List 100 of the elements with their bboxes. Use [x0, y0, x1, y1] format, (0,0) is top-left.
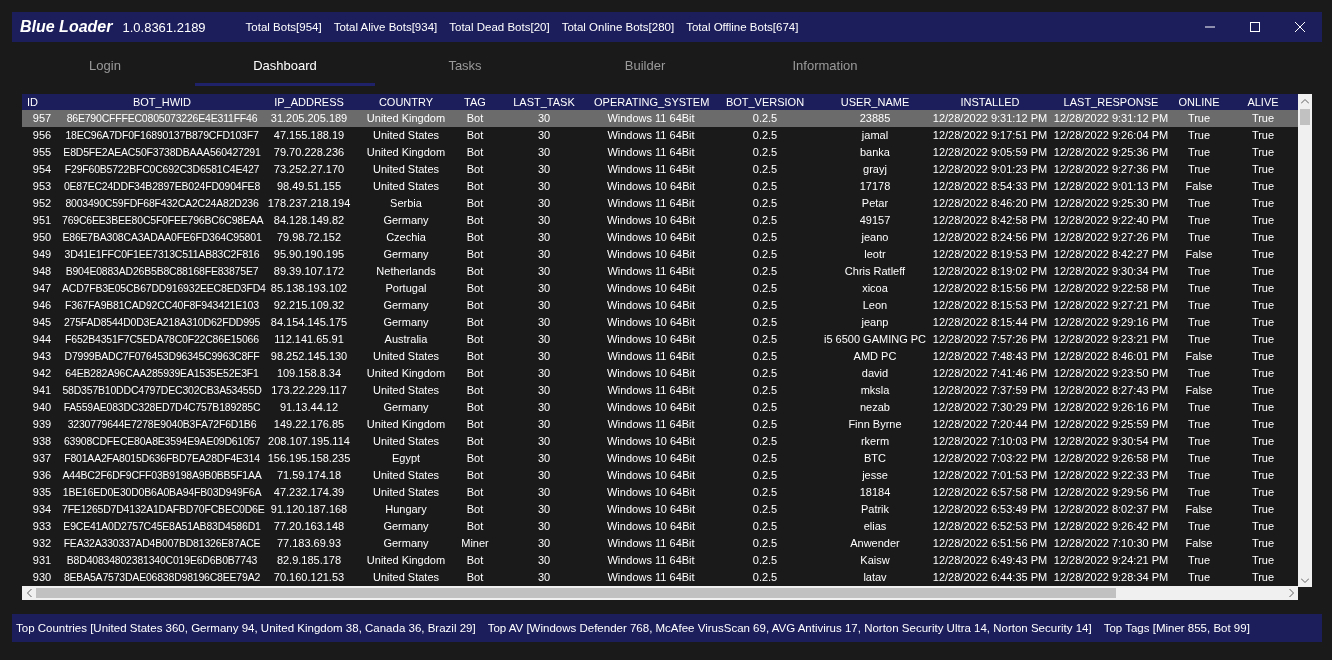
table-cell-text: False	[1184, 247, 1214, 262]
table-cell-text: Egypt	[390, 451, 422, 466]
table-row[interactable]: 956 18EC96A7DF0F16890137B879CFD103F7 47.155.188.19 United States Bot 30 Windows 11 64Bit 0.2.5 jamal 12/28/2022 9:17:51 PM 12/28/2022 9:26:04 PM True True	[22, 127, 1298, 144]
table-cell-text: True	[1250, 332, 1276, 347]
table-row[interactable]: 950 E86E7BA308CA3ADAA0FE6FD364C95801 79.98.72.152 Czechia Bot 30 Windows 10 64Bit 0.2.5 jeano 12/28/2022 8:24:56 PM 12/28/2022 9:27:26 PM True True	[22, 229, 1298, 246]
tab[interactable]: Information	[735, 48, 915, 86]
table-row[interactable]: 957 86E790CFFFEC0805073226E4E311FF46 31.205.205.189 United Kingdom Bot 30 Windows 11 64Bit 0.2.5 23885 12/28/2022 9:31:12 PM 12/28/2022 9:31:12 PM True True	[22, 110, 1298, 127]
table-row[interactable]: 934 7FE1265D7D4132A1DAFBD70FCBEC0D6E 91.120.187.168 Hungary Bot 30 Windows 10 64Bit 0.2.5 Patrik 12/28/2022 6:53:49 PM 12/28/2022 8:02:37 PM False True	[22, 501, 1298, 518]
close-icon	[1294, 22, 1305, 32]
table-cell-text: Windows 11 64Bit	[606, 570, 696, 585]
table-cell-text: 12/28/2022 8:02:37 PM	[1052, 502, 1170, 517]
table-row[interactable]: 955 E8D5FE2AEAC50F3738DBAAA560427291 79.70.228.236 United Kingdom Bot 30 Windows 11 64Bit 0.2.5 banka 12/28/2022 9:05:59 PM 12/28/2022 9:25:36 PM True True	[22, 144, 1298, 161]
table-cell-text: True	[1250, 468, 1276, 483]
scroll-thumb[interactable]	[1300, 109, 1310, 125]
scroll-thumb[interactable]	[36, 588, 1116, 598]
table-row[interactable]: 949 3D41E1FFC0F1EE7313C511AB83C2F816 95.90.190.195 Germany Bot 30 Windows 10 64Bit 0.2.5 leotr 12/28/2022 8:19:53 PM 12/28/2022 8:42:27 PM False True	[22, 246, 1298, 263]
table-cell-text: True	[1250, 264, 1276, 279]
table-cell-text: Miner	[460, 536, 490, 551]
column-header[interactable]: BOT_VERSION	[708, 94, 822, 110]
table-cell-text: Windows 10 64Bit	[605, 213, 696, 228]
table-cell-text: 12/28/2022 9:22:58 PM	[1052, 281, 1170, 296]
table-cell-text: 149.22.176.85	[272, 417, 346, 432]
table-row[interactable]: 948 B904E0883AD26B5B8C88168FE83875E7 89.39.107.172 Netherlands Bot 30 Windows 11 64Bit 0.2.5 Chris Ratleff 12/28/2022 8:19:02 PM 12/28/2022 9:30:34 PM True True	[22, 263, 1298, 280]
table-cell-text: 12/28/2022 9:30:34 PM	[1052, 264, 1170, 279]
horizontal-scrollbar[interactable]	[22, 586, 1298, 600]
table-row[interactable]: 944 F652B4351F7C5EDA78C0F22C86E15066 112.141.65.91 Australia Bot 30 Windows 10 64Bit 0.2.5 i5 6500 GAMING PC 12/28/2022 7:57:26 PM 12/28/2022 9:23:21 PM True True	[22, 331, 1298, 348]
table-cell-text: 18EC96A7DF0F16890137B879CFD103F7	[64, 128, 260, 143]
table-row[interactable]: 931 B8D40834802381340C019E6D6B0B7743 82.9.185.178 United Kingdom Bot 30 Windows 11 64Bit 0.2.5 Kaisw 12/28/2022 6:49:43 PM 12/28/2022 9:24:21 PM True True	[22, 552, 1298, 569]
tab[interactable]: Builder	[555, 48, 735, 86]
tab[interactable]: Dashboard	[195, 48, 375, 86]
tab[interactable]: Login	[15, 48, 195, 86]
table-cell-text: Bot	[465, 298, 485, 313]
tab[interactable]: Tasks	[375, 48, 555, 86]
table-row[interactable]: 930 8EBA5A7573DAE06838D98196C8EE79A2 70.160.121.53 United States Bot 30 Windows 11 64Bit 0.2.5 latav 12/28/2022 6:44:35 PM 12/28/2022 9:28:34 PM True True	[22, 569, 1298, 586]
column-header[interactable]: ID	[22, 94, 62, 110]
column-header[interactable]: LAST_TASK	[494, 94, 594, 110]
table-row[interactable]: 932 FEA32A330337AD4B007BD81326E87ACE 77.183.69.93 Germany Miner 30 Windows 11 64Bit 0.2.5 Anwender 12/28/2022 6:51:56 PM 12/28/2022 7:10:30 PM False True	[22, 535, 1298, 552]
table-cell-text: Windows 11 64Bit	[606, 196, 696, 211]
column-header[interactable]: BOT_HWID	[62, 94, 262, 110]
table-cell-text: 948	[31, 264, 53, 279]
table-row[interactable]: 942 64EB282A96CAA285939EA1535E52E3F1 109.158.8.34 United Kingdom Bot 30 Windows 10 64Bit 0.2.5 david 12/28/2022 7:41:46 PM 12/28/2022 9:23:50 PM True True	[22, 365, 1298, 382]
column-header[interactable]: TAG	[456, 94, 494, 110]
column-header[interactable]: ALIVE	[1228, 94, 1298, 110]
table-cell-text: 0.2.5	[751, 196, 779, 211]
table-cell-text: 12/28/2022 9:26:16 PM	[1052, 400, 1170, 415]
column-header[interactable]: INSTALLED	[928, 94, 1052, 110]
table-row[interactable]: 945 275FAD8544D0D3EA218A310D62FDD995 84.154.145.175 Germany Bot 30 Windows 10 64Bit 0.2.5 jeanp 12/28/2022 8:15:44 PM 12/28/2022 9:29:16 PM True True	[22, 314, 1298, 331]
table-row[interactable]: 943 D7999BADC7F076453D96345C9963C8FF 98.252.145.130 United States Bot 30 Windows 11 64Bit 0.2.5 AMD PC 12/28/2022 7:48:43 PM 12/28/2022 8:46:01 PM False True	[22, 348, 1298, 365]
column-header[interactable]: LAST_RESPONSE	[1052, 94, 1170, 110]
table-cell-text: 64EB282A96CAA285939EA1535E52E3F1	[64, 366, 260, 381]
table-cell-text: 12/28/2022 7:30:29 PM	[931, 400, 1049, 415]
table-cell-text: 275FAD8544D0D3EA218A310D62FDD995	[62, 315, 262, 330]
table-cell-text: 12/28/2022 9:29:16 PM	[1052, 315, 1170, 330]
table-cell-text: 12/28/2022 8:15:44 PM	[931, 315, 1049, 330]
table-cell-text: 79.98.72.152	[275, 230, 343, 245]
table-row[interactable]: 937 F801AA2FA8015D636FBD7EA28DF4E314 156.195.158.235 Egypt Bot 30 Windows 10 64Bit 0.2.5 BTC 12/28/2022 7:03:22 PM 12/28/2022 9:26:58 PM True True	[22, 450, 1298, 467]
table-cell-text: 30	[536, 332, 552, 347]
table-cell-text: United Kingdom	[365, 111, 447, 126]
table-row[interactable]: 947 ACD7FB3E05CB67DD916932EEC8ED3FD4 85.138.193.102 Portugal Bot 30 Windows 10 64Bit 0.2.5 xicoa 12/28/2022 8:15:56 PM 12/28/2022 9:22:58 PM True True	[22, 280, 1298, 297]
table-cell-text: 17178	[858, 179, 892, 194]
table-cell-text: Czechia	[385, 230, 427, 245]
table-row[interactable]: 938 63908CDFECE80A8E3594E9AE09D61057 208.107.195.114 United States Bot 30 Windows 10 64Bit 0.2.5 rkerm 12/28/2022 7:10:03 PM 12/28/2022 9:30:54 PM True True	[22, 433, 1298, 450]
column-header[interactable]: ONLINE	[1170, 94, 1228, 110]
table-cell-text: Bot	[465, 485, 485, 500]
table-cell-text: Windows 10 64Bit	[605, 366, 696, 381]
table-row[interactable]: 954 F29F60B5722BFC0C692C3D6581C4E427 73.252.27.170 United States Bot 30 Windows 11 64Bit 0.2.5 grayj 12/28/2022 9:01:23 PM 12/28/2022 9:27:36 PM True True	[22, 161, 1298, 178]
table-row[interactable]: 939 3230779644E7278E9040B3FA72F6D1B6 149.22.176.85 United Kingdom Bot 30 Windows 11 64Bit 0.2.5 Finn Byrne 12/28/2022 7:20:44 PM 12/28/2022 9:25:59 PM True True	[22, 416, 1298, 433]
table-cell-text: True	[1250, 196, 1276, 211]
column-header[interactable]: OPERATING_SYSTEM	[594, 94, 708, 110]
table-cell-text: 30	[536, 536, 552, 551]
table-cell-text: 30	[536, 400, 552, 415]
table-cell-text: True	[1250, 553, 1276, 568]
table-cell-text: True	[1186, 213, 1212, 228]
table-cell-text: 0.2.5	[751, 213, 779, 228]
stat-label: Total Online Bots[280]	[561, 21, 675, 33]
table-cell-text: Windows 10 64Bit	[605, 179, 696, 194]
table-cell-text: F652B4351F7C5EDA78C0F22C86E15066	[64, 332, 260, 347]
table-row[interactable]: 946 F367FA9B81CAD92CC40F8F943421E103 92.215.109.32 Germany Bot 30 Windows 10 64Bit 0.2.5 Leon 12/28/2022 8:15:53 PM 12/28/2022 9:27:21 PM True True	[22, 297, 1298, 314]
column-header[interactable]: USER_NAME	[822, 94, 928, 110]
table-cell-text: 942	[31, 366, 53, 381]
table-row[interactable]: 952 8003490C59FDF68F432CA2C24A82D236 178.237.218.194 Serbia Bot 30 Windows 11 64Bit 0.2.5 Petar 12/28/2022 8:46:20 PM 12/28/2022 9:25:30 PM True True	[22, 195, 1298, 212]
table-row[interactable]: 941 58D357B10DDC4797DEC302CB3A53455D 173.22.229.117 United States Bot 30 Windows 11 64Bit 0.2.5 mksla 12/28/2022 7:37:59 PM 12/28/2022 8:27:43 PM False True	[22, 382, 1298, 399]
table-row[interactable]: 933 E9CE41A0D2757C45E8A51AB83D4586D1 77.20.163.148 Germany Bot 30 Windows 10 64Bit 0.2.5 elias 12/28/2022 6:52:53 PM 12/28/2022 9:26:42 PM True True	[22, 518, 1298, 535]
table-cell-text: False	[1184, 179, 1214, 194]
table-cell-text: 8003490C59FDF68F432CA2C24A82D236	[64, 196, 260, 211]
table-row[interactable]: 951 769C6EE3BEE80C5F0FEE796BC6C98EAA 84.128.149.82 Germany Bot 30 Windows 10 64Bit 0.2.5 49157 12/28/2022 8:42:58 PM 12/28/2022 9:22:40 PM True True	[22, 212, 1298, 229]
status-text: Top Tags [Miner 855, Bot 99]	[1103, 622, 1250, 634]
table-cell-text: True	[1186, 298, 1212, 313]
vertical-scrollbar[interactable]	[1298, 94, 1312, 587]
table-cell-text: 82.9.185.178	[275, 553, 343, 568]
table-row[interactable]: 936 A44BC2F6DF9CFF03B9198A9B0BB5F1AA 71.59.174.18 United States Bot 30 Windows 10 64Bit 0.2.5 jesse 12/28/2022 7:01:53 PM 12/28/2022 9:22:33 PM True True	[22, 467, 1298, 484]
table-cell-text: United States	[371, 570, 440, 585]
table-cell-text: 86E790CFFFEC0805073226E4E311FF46	[65, 111, 259, 126]
table-cell-text: 30	[536, 281, 552, 296]
table-row[interactable]: 935 1BE16ED0E30D0B6A0BA94FB03D949F6A 47.232.174.39 United States Bot 30 Windows 10 64Bit 0.2.5 18184 12/28/2022 6:57:58 PM 12/28/2022 9:29:56 PM True True	[22, 484, 1298, 501]
column-header[interactable]: IP_ADDRESS	[262, 94, 356, 110]
table-row[interactable]: 940 FA559AE083DC328ED7D4C757B189285C 91.13.44.12 Germany Bot 30 Windows 10 64Bit 0.2.5 nezab 12/28/2022 7:30:29 PM 12/28/2022 9:26:16 PM True True	[22, 399, 1298, 416]
table-row[interactable]: 953 0E87EC24DDF34B2897EB024FD0904FE8 98.49.51.155 United States Bot 30 Windows 10 64Bit 0.2.5 17178 12/28/2022 8:54:33 PM 12/28/2022 9:01:13 PM False True	[22, 178, 1298, 195]
column-header[interactable]: COUNTRY	[356, 94, 456, 110]
table-cell-text: 95.90.190.195	[272, 247, 346, 262]
